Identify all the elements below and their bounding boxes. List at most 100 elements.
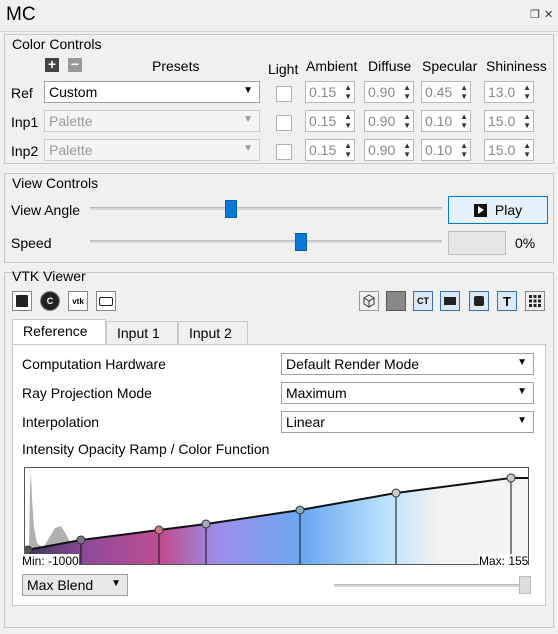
specular-spin-ref[interactable]: 0.45 ▲ ▼ xyxy=(421,81,471,103)
computation-hardware-select[interactable]: Default Render Mode ▼ xyxy=(281,353,534,375)
spin-value: 15.0 xyxy=(488,142,516,158)
close-icon[interactable]: ✕ xyxy=(544,8,553,21)
minus-icon[interactable]: − xyxy=(68,57,82,72)
chevron-down-icon: ▼ xyxy=(517,357,527,368)
volume-icon[interactable] xyxy=(386,291,406,311)
light-checkbox-inp1[interactable] xyxy=(276,115,292,131)
spin-arrows-icon[interactable]: ▲ ▼ xyxy=(403,112,411,130)
grid-icon[interactable] xyxy=(525,291,545,311)
chevron-down-icon: ▼ xyxy=(243,85,253,96)
blend-slider-handle[interactable] xyxy=(519,576,531,594)
spin-value: 0.10 xyxy=(425,142,453,158)
text-icon[interactable]: T xyxy=(497,291,517,311)
screenshot-icon[interactable] xyxy=(96,291,116,311)
chevron-down-icon: ▼ xyxy=(243,143,253,154)
diffuse-spin-inp2[interactable]: 0.90 ▲ ▼ xyxy=(364,139,414,161)
select-value: Maximum xyxy=(286,385,347,401)
preset-value: Palette xyxy=(49,142,93,158)
control-point[interactable] xyxy=(201,519,211,529)
control-point[interactable] xyxy=(25,545,33,555)
interpolation-select[interactable]: Linear ▼ xyxy=(281,411,534,433)
spin-value: 0.15 xyxy=(309,84,337,100)
view-angle-label: View Angle xyxy=(11,202,81,218)
control-point[interactable] xyxy=(391,488,401,498)
spin-arrows-icon[interactable]: ▲ ▼ xyxy=(523,112,531,130)
tab-reference[interactable]: Reference xyxy=(12,319,106,345)
spin-arrows-icon[interactable]: ▲ ▼ xyxy=(344,112,352,130)
chevron-down-icon: ▼ xyxy=(517,415,527,426)
color-controls-label: Color Controls xyxy=(12,36,102,52)
blend-slider[interactable] xyxy=(334,584,526,587)
specular-header: Specular xyxy=(422,58,478,74)
transfer-function-plot[interactable] xyxy=(25,468,529,565)
spin-value: 0.15 xyxy=(309,113,337,129)
select-value: Default Render Mode xyxy=(286,356,420,372)
diffuse-spin-inp1[interactable]: 0.90 ▲ ▼ xyxy=(364,110,414,132)
speed-handle[interactable] xyxy=(295,233,308,251)
light-checkbox-inp2[interactable] xyxy=(276,144,292,160)
wireframe-cube-icon[interactable] xyxy=(359,291,379,311)
spin-arrows-icon[interactable]: ▲ ▼ xyxy=(344,141,352,159)
control-point[interactable] xyxy=(76,535,86,545)
view-angle-handle[interactable] xyxy=(224,200,237,218)
vtk-icon[interactable]: vtk xyxy=(68,291,88,311)
light-checkbox-ref[interactable] xyxy=(276,86,292,102)
spin-arrows-icon[interactable]: ▲ ▼ xyxy=(460,83,468,101)
shininess-spin-inp2[interactable]: 15.0 ▲ ▼ xyxy=(484,139,534,161)
play-button[interactable]: Play xyxy=(448,196,548,224)
progress-text: 0% xyxy=(515,235,536,251)
spin-value: 0.90 xyxy=(368,113,396,129)
preset-select-inp1[interactable]: Palette ▼ xyxy=(44,110,260,132)
save-icon[interactable] xyxy=(12,291,32,311)
spin-arrows-icon[interactable]: ▲ ▼ xyxy=(523,83,531,101)
spin-arrows-icon[interactable]: ▲ ▼ xyxy=(344,83,352,101)
specular-spin-inp2[interactable]: 0.10 ▲ ▼ xyxy=(421,139,471,161)
spin-arrows-icon[interactable]: ▲ ▼ xyxy=(460,112,468,130)
ramp-label: Intensity Opacity Ramp / Color Function xyxy=(22,441,270,457)
row-label-inp1: Inp1 xyxy=(11,114,39,130)
ambient-spin-ref[interactable]: 0.15 ▲ ▼ xyxy=(305,81,355,103)
chevron-down-icon: ▼ xyxy=(243,114,253,125)
ray-projection-label: Ray Projection Mode xyxy=(22,385,152,401)
spin-arrows-icon[interactable]: ▲ ▼ xyxy=(403,83,411,101)
computation-hardware-label: Computation Hardware xyxy=(22,356,166,372)
float-icon[interactable]: ❐ xyxy=(530,8,540,21)
transfer-function-editor[interactable] xyxy=(24,467,529,565)
spin-value: 0.90 xyxy=(368,84,396,100)
ambient-header: Ambient xyxy=(306,58,358,74)
play-label: Play xyxy=(494,202,523,218)
shininess-spin-inp1[interactable]: 15.0 ▲ ▼ xyxy=(484,110,534,132)
plus-icon[interactable]: + xyxy=(45,57,59,72)
preset-value: Palette xyxy=(49,113,93,129)
shininess-spin-ref[interactable]: 13.0 ▲ ▼ xyxy=(484,81,534,103)
max-label: Max: 155 xyxy=(479,554,529,568)
select-value: Max Blend xyxy=(27,577,94,593)
preset-select-ref[interactable]: Custom ▼ xyxy=(44,81,260,103)
tab-input-2[interactable]: Input 2 xyxy=(178,321,248,345)
view-angle-slider[interactable] xyxy=(90,207,442,210)
spin-value: 0.90 xyxy=(368,142,396,158)
tab-input-1[interactable]: Input 1 xyxy=(106,321,178,345)
specular-spin-inp1[interactable]: 0.10 ▲ ▼ xyxy=(421,110,471,132)
min-label: Min: -1000 xyxy=(22,554,79,568)
control-point[interactable] xyxy=(506,473,516,483)
spin-arrows-icon[interactable]: ▲ ▼ xyxy=(460,141,468,159)
color-ramp-area xyxy=(27,478,528,564)
camera-reset-icon[interactable]: C xyxy=(40,291,60,311)
spin-value: 0.10 xyxy=(425,113,453,129)
ambient-spin-inp1[interactable]: 0.15 ▲ ▼ xyxy=(305,110,355,132)
mip-icon[interactable] xyxy=(469,291,489,311)
spin-arrows-icon[interactable]: ▲ ▼ xyxy=(403,141,411,159)
ambient-spin-inp2[interactable]: 0.15 ▲ ▼ xyxy=(305,139,355,161)
diffuse-spin-ref[interactable]: 0.90 ▲ ▼ xyxy=(364,81,414,103)
ray-projection-select[interactable]: Maximum ▼ xyxy=(281,382,534,404)
speed-slider[interactable] xyxy=(90,240,442,243)
chevron-down-icon: ▼ xyxy=(111,578,121,589)
preset-select-inp2[interactable]: Palette ▼ xyxy=(44,139,260,161)
ct-icon[interactable]: CT xyxy=(413,291,433,311)
spin-arrows-icon[interactable]: ▲ ▼ xyxy=(523,141,531,159)
control-point[interactable] xyxy=(154,525,164,535)
blend-mode-select[interactable]: Max Blend ▼ xyxy=(22,574,128,596)
control-point[interactable] xyxy=(295,505,305,515)
slab-icon[interactable] xyxy=(440,291,460,311)
